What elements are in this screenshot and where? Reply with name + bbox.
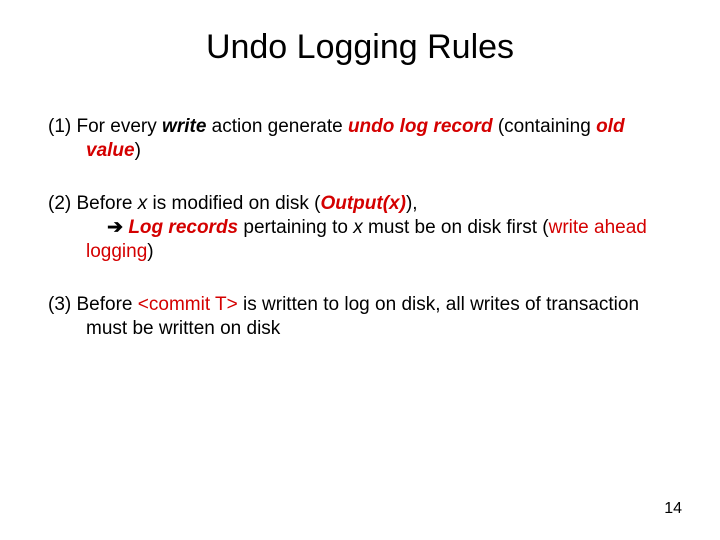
- rule-1-t4: ): [135, 140, 141, 161]
- rule-2-t5: must be on disk first (: [363, 217, 549, 238]
- slide-title: Undo Logging Rules: [0, 28, 720, 67]
- rule-2-x2: x: [353, 217, 363, 238]
- rule-2-t2: is modified on disk (: [147, 193, 320, 214]
- rule-1: (1) For every write action generate undo…: [48, 115, 678, 164]
- slide-body: (1) For every write action generate undo…: [48, 115, 678, 369]
- rule-1-t2: action generate: [206, 116, 348, 137]
- rule-1-undolog: undo log record: [348, 116, 493, 137]
- rule-1-t3: (containing: [493, 116, 597, 137]
- rule-2-t6: ): [147, 241, 153, 262]
- rule-2: (2) Before x is modified on disk (Output…: [48, 192, 678, 265]
- rule-1-write: write: [162, 116, 206, 137]
- rule-2-t1: Before: [71, 193, 138, 214]
- rule-3-t1: Before: [71, 294, 138, 315]
- rule-3-num: (3): [48, 294, 71, 315]
- slide: Undo Logging Rules (1) For every write a…: [0, 0, 720, 540]
- rule-2-t4: pertaining to: [238, 217, 353, 238]
- page-number: 14: [664, 500, 682, 518]
- rule-2-t3: ),: [406, 193, 418, 214]
- rule-2-x1: x: [138, 193, 148, 214]
- rule-3: (3) Before <commit T> is written to log …: [48, 293, 678, 342]
- rule-1-t1: For every: [71, 116, 162, 137]
- arrow-icon: ➔: [107, 217, 123, 238]
- rule-2-num: (2): [48, 193, 71, 214]
- rule-3-commit: <commit T>: [138, 294, 238, 315]
- rule-2-logrecords: Log records: [123, 217, 238, 238]
- rule-2-output: Output(x): [320, 193, 405, 214]
- rule-1-num: (1): [48, 116, 71, 137]
